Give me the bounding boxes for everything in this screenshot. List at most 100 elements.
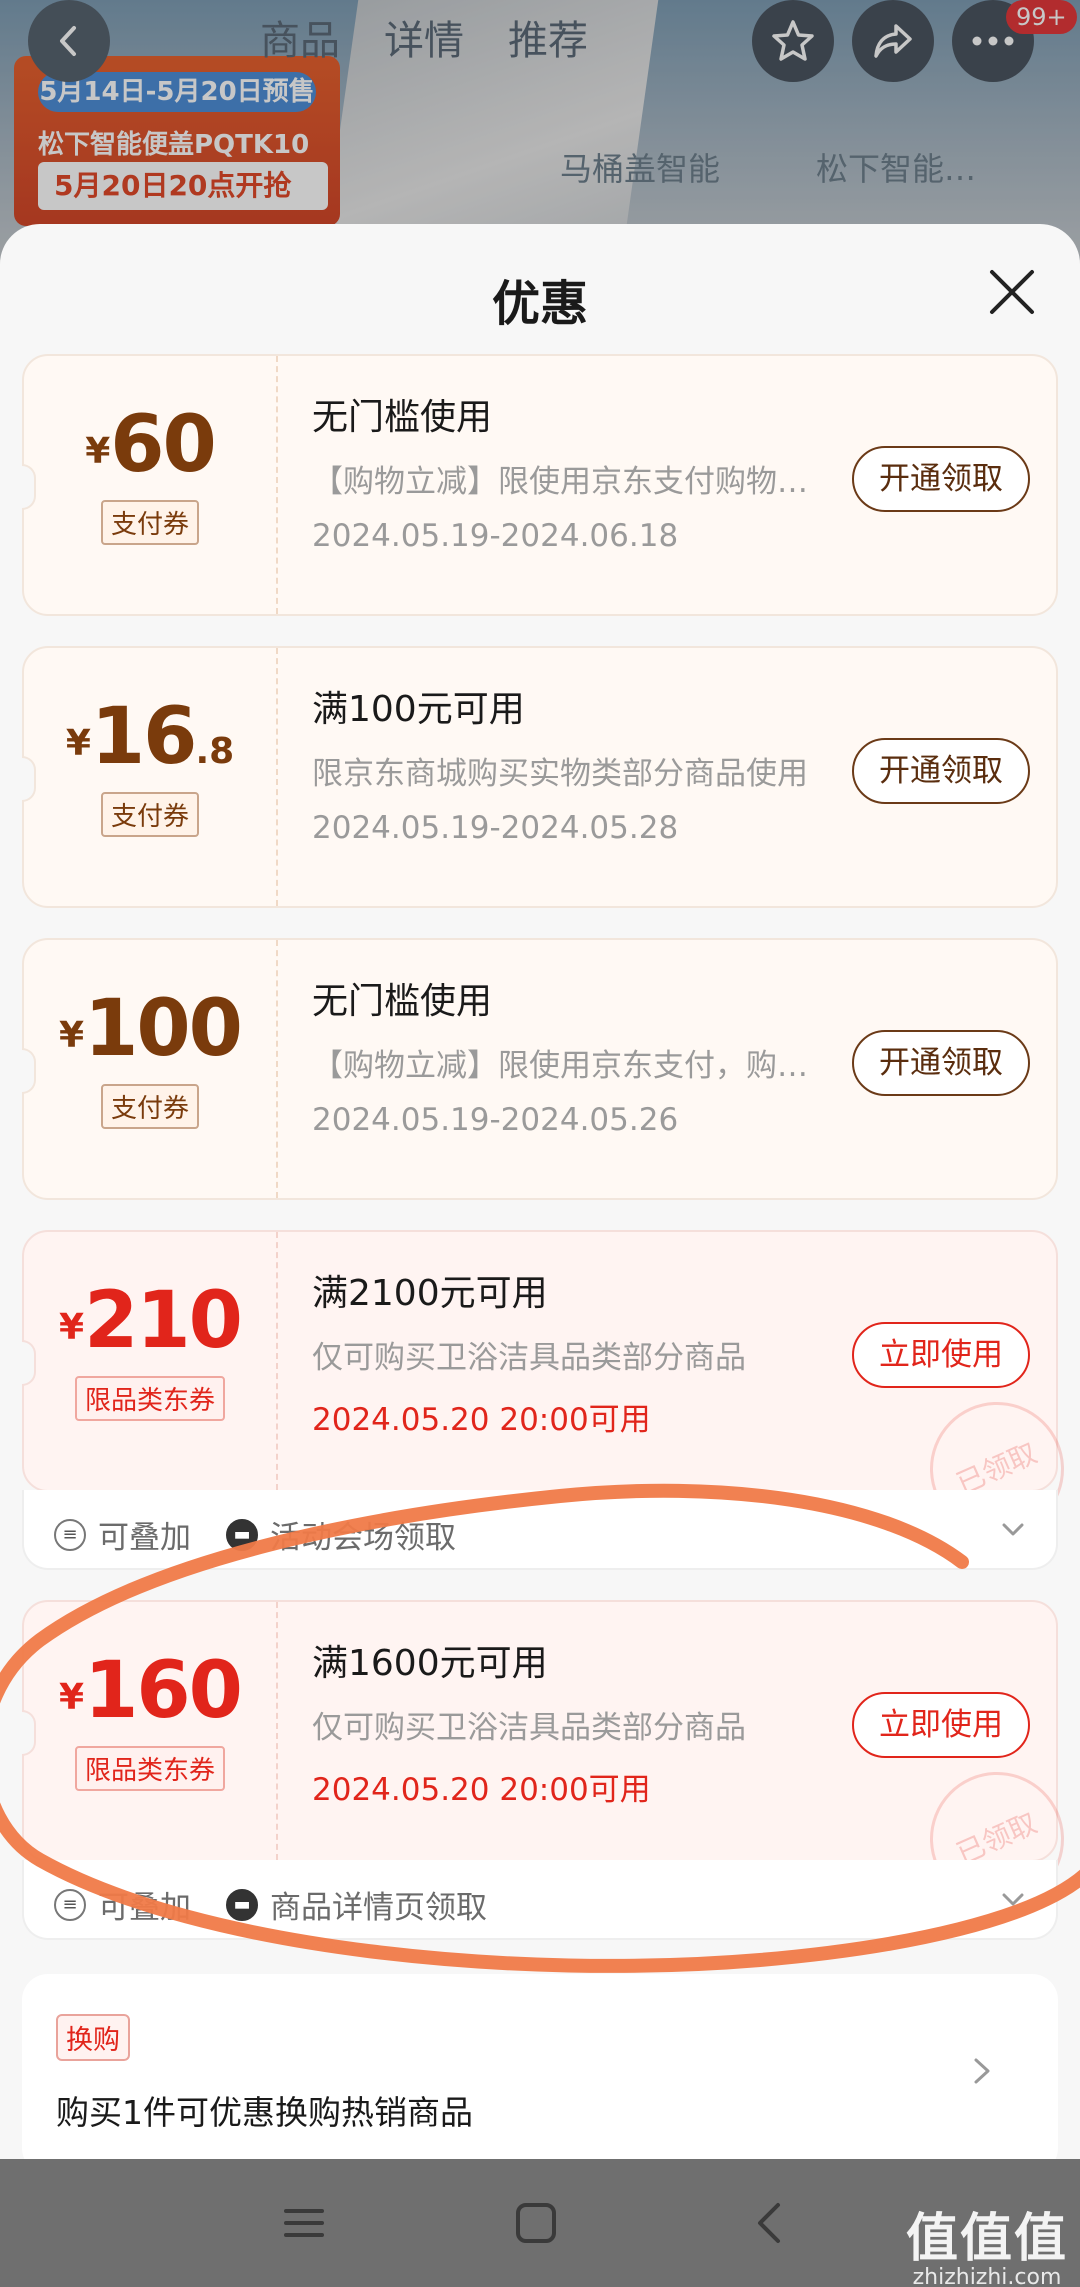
amount-decimal: .8 (195, 731, 235, 772)
coupon-amount: ¥210 (24, 1276, 276, 1366)
tab-recommend[interactable]: 推荐 (508, 8, 588, 66)
currency-symbol: ¥ (59, 1677, 85, 1718)
share-button[interactable] (852, 0, 934, 82)
watermark-text: 值值值 (905, 2209, 1068, 2269)
back-triangle-icon[interactable] (744, 2197, 796, 2249)
coupon-title: 无门槛使用 (312, 981, 493, 1022)
tag-item[interactable]: 马桶盖智能 (560, 144, 720, 190)
coupon-title: 满100元可用 (312, 689, 525, 730)
coupon-desc: 【购物立减】限使用京东支付购物时使用 (312, 464, 812, 500)
use-now-button[interactable]: 立即使用 (852, 1692, 1030, 1758)
coupon-desc: 【购物立减】限使用京东支付，购物时使用 (312, 1048, 812, 1084)
coupon-amount: ¥160 (24, 1646, 276, 1736)
coupon-desc: 仅可购买卫浴洁具品类部分商品 (312, 1340, 746, 1376)
swap-tag: 换购 (56, 2014, 130, 2061)
coupon-card: ¥16.8 支付券 满100元可用 限京东商城购买实物类部分商品使用 2024.… (22, 646, 1058, 908)
message-count-badge: 99+ (1006, 0, 1077, 34)
coupon-type: 支付券 (24, 792, 276, 837)
coupon-type: 支付券 (24, 1084, 276, 1129)
back-button[interactable] (28, 0, 110, 82)
currency-symbol: ¥ (59, 1307, 85, 1348)
coupon-desc: 仅可购买卫浴洁具品类部分商品 (312, 1710, 746, 1746)
amount-value: 210 (84, 1276, 243, 1366)
coupon-divider (276, 1232, 278, 1490)
product-tabs: 商品 详情 推荐 (260, 8, 588, 66)
tag-item[interactable]: 松下智能… (816, 144, 976, 190)
coupon-card: ¥100 支付券 无门槛使用 【购物立减】限使用京东支付，购物时使用 2024.… (22, 938, 1058, 1200)
source-label: 活动会场领取 (270, 1520, 456, 1556)
swap-purchase-card[interactable]: 换购 购买1件可优惠换购热销商品 (22, 1974, 1058, 2159)
coupon-title: 无门槛使用 (312, 397, 493, 438)
chevron-down-icon[interactable] (998, 1884, 1028, 1914)
coupon-card: ¥210 限品类东券 满2100元可用 仅可购买卫浴洁具品类部分商品 2024.… (22, 1230, 1080, 1558)
discount-sheet: 优惠 ¥60 支付券 无门槛使用 【购物立减】限使用京东支付购物时使用 2024… (0, 224, 1080, 2159)
coupon-divider (276, 356, 278, 614)
coupon-card: ¥160 限品类东券 满1600元可用 仅可购买卫浴洁具品类部分商品 2024.… (22, 1600, 1080, 1928)
home-square-icon[interactable] (510, 2197, 562, 2249)
claim-button[interactable]: 开通领取 (852, 446, 1030, 512)
chevron-left-icon (60, 26, 76, 56)
coupon-amount: ¥100 (24, 984, 276, 1074)
chevron-right-icon (974, 2058, 990, 2084)
coupon-type: 限品类东券 (24, 1376, 276, 1421)
stackable-info: ≡ 可叠加 (54, 1512, 191, 1557)
amount-value: 100 (84, 984, 243, 1074)
stackable-label: 可叠加 (98, 1890, 191, 1926)
coupon-date: 2024.05.19-2024.05.26 (312, 1102, 679, 1138)
coupon-date: 2024.05.20 20:00可用 (312, 1402, 651, 1438)
stackable-info: ≡ 可叠加 (54, 1882, 191, 1927)
watermark-logo: 值值值 zhizhizhi.com (906, 2196, 1068, 2287)
star-icon (772, 20, 814, 61)
coupon-card: ¥60 支付券 无门槛使用 【购物立减】限使用京东支付购物时使用 2024.05… (22, 354, 1058, 616)
coupon-amount: ¥16.8 (24, 692, 276, 782)
stack-icon: ≡ (54, 1518, 86, 1551)
coupon-type-label: 限品类东券 (74, 1376, 225, 1421)
ticket-icon: ▬ (226, 1518, 258, 1551)
currency-symbol: ¥ (65, 723, 91, 764)
source-info: ▬ 活动会场领取 (226, 1512, 456, 1557)
close-icon[interactable] (984, 264, 1040, 320)
coupon-type-label: 限品类东券 (74, 1746, 225, 1791)
coupon-title: 满2100元可用 (312, 1273, 548, 1314)
more-dots-icon (972, 36, 1014, 46)
coupon-divider (276, 1602, 278, 1860)
search-tags: 马桶盖智能 松下智能… (560, 144, 976, 190)
product-name: 松下智能便盖PQTK10 (38, 130, 310, 160)
coupon-divider (276, 648, 278, 906)
amount-value: 60 (110, 400, 217, 490)
share-icon (874, 24, 912, 58)
favorite-button[interactable] (752, 0, 834, 82)
coupon-type: 限品类东券 (24, 1746, 276, 1791)
source-info: ▬ 商品详情页领取 (226, 1882, 487, 1927)
coupon-divider (276, 940, 278, 1198)
tab-details[interactable]: 详情 (384, 8, 464, 66)
coupon-desc: 限京东商城购买实物类部分商品使用 (312, 756, 808, 792)
coupon-type-label: 支付券 (100, 1084, 199, 1129)
sale-start: 5月20日20点开抢 (38, 162, 328, 210)
amount-value: 160 (84, 1646, 243, 1736)
coupon-footer: ≡ 可叠加 ▬ 活动会场领取 (22, 1490, 1058, 1570)
sheet-title: 优惠 (491, 276, 588, 332)
swap-text: 购买1件可优惠换购热销商品 (56, 2093, 473, 2132)
menu-icon[interactable] (278, 2197, 330, 2249)
coupon-amount: ¥60 (24, 400, 276, 490)
claim-button[interactable]: 开通领取 (852, 1030, 1030, 1096)
source-label: 商品详情页领取 (270, 1890, 487, 1926)
stack-icon: ≡ (54, 1888, 86, 1921)
coupon-type: 支付券 (24, 500, 276, 545)
ticket-icon: ▬ (226, 1888, 258, 1921)
product-page-background: 5月14日-5月20日预售 松下智能便盖PQTK10 5月20日20点开抢 商品… (0, 0, 1080, 260)
coupon-type-label: 支付券 (100, 792, 199, 837)
coupon-title: 满1600元可用 (312, 1643, 548, 1684)
chevron-down-icon[interactable] (998, 1514, 1028, 1544)
stackable-label: 可叠加 (98, 1520, 191, 1556)
coupon-type-label: 支付券 (100, 500, 199, 545)
coupon-date: 2024.05.19-2024.06.18 (312, 518, 679, 554)
coupon-date: 2024.05.20 20:00可用 (312, 1772, 651, 1808)
use-now-button[interactable]: 立即使用 (852, 1322, 1030, 1388)
coupon-footer: ≡ 可叠加 ▬ 商品详情页领取 (22, 1860, 1058, 1940)
amount-value: 16 (90, 692, 198, 782)
claim-button[interactable]: 开通领取 (852, 738, 1030, 804)
tab-goods[interactable]: 商品 (260, 8, 340, 66)
coupon-date: 2024.05.19-2024.05.28 (312, 810, 679, 846)
